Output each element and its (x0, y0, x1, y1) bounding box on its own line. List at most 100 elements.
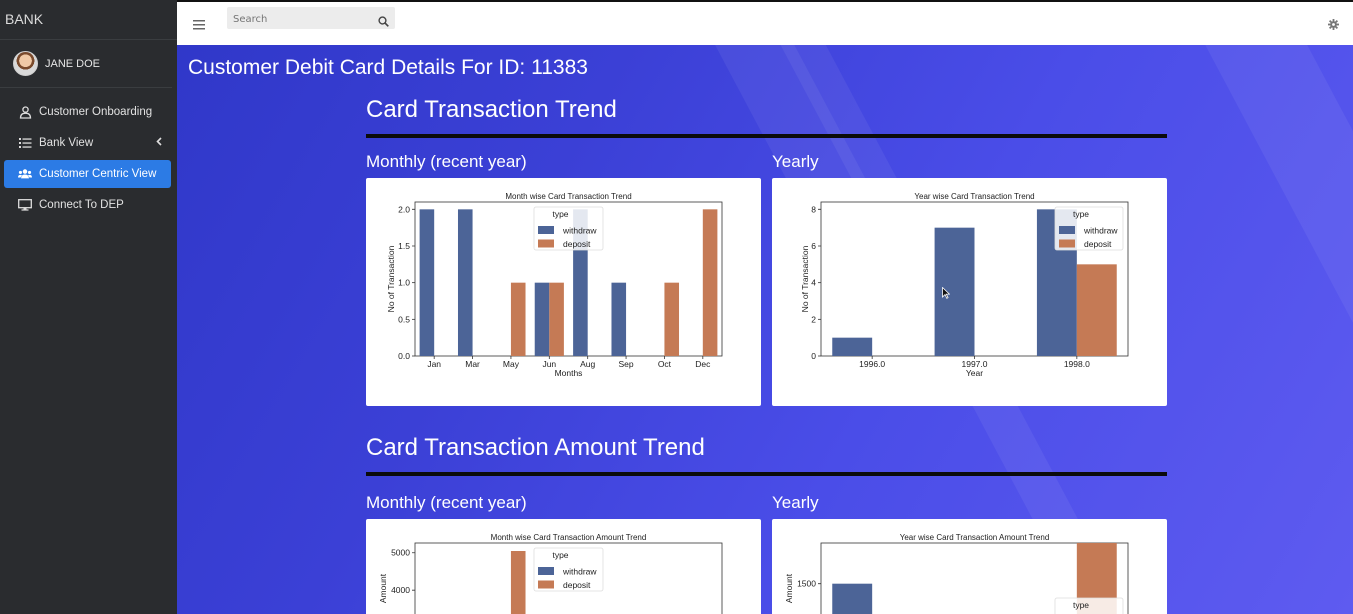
sidebar-item-label: Customer Onboarding (39, 106, 153, 118)
legend-swatch-deposit (1059, 239, 1075, 248)
x-tick-label: 1996.0 (859, 359, 885, 369)
y-tick-label: 4000 (391, 585, 410, 595)
gear-icon[interactable] (1328, 15, 1339, 34)
chart-card-yearly-amount: Year wise Card Transaction Amount Trend 1… (772, 519, 1167, 614)
x-tick-label: May (503, 359, 520, 369)
legend-title: type (552, 209, 568, 219)
x-tick-label: Dec (695, 359, 711, 369)
search-box (227, 7, 395, 31)
menu-toggle-icon[interactable] (193, 15, 205, 34)
bar-withdraw (832, 337, 873, 356)
list-icon (18, 136, 32, 150)
bar-deposit (702, 209, 718, 356)
section-divider (366, 472, 1167, 476)
section-title: Card Transaction Amount Trend (366, 434, 705, 461)
yearly-subtitle: Yearly (772, 152, 819, 171)
bar-deposit (1076, 264, 1117, 356)
legend-label-withdraw: withdraw (562, 567, 597, 577)
legend-swatch-withdraw (1059, 226, 1075, 234)
y-axis-label: No of Transaction (386, 245, 396, 312)
legend-label-withdraw: withdraw (1083, 226, 1118, 236)
legend-swatch-withdraw (538, 567, 554, 575)
user-panel[interactable]: JANE DOE (0, 40, 172, 88)
y-tick-label: 8 (811, 204, 816, 214)
section-divider (366, 134, 1167, 138)
y-tick-label: 2.0 (398, 204, 410, 214)
sidebar-nav: Customer Onboarding Bank View Customer C… (0, 98, 177, 219)
y-tick-label: 2 (811, 314, 816, 324)
y-axis-label: Amount (784, 573, 794, 603)
monthly-amount-chart: Month wise Card Transaction Amount Trend… (378, 533, 723, 614)
legend-swatch-withdraw (538, 226, 554, 234)
search-input[interactable] (227, 8, 367, 31)
legend-swatch-deposit (538, 239, 554, 248)
x-tick-label: Sep (619, 359, 634, 369)
legend-label-deposit: deposit (563, 239, 591, 249)
chart-title: Month wise Card Transaction Amount Trend (491, 533, 647, 542)
x-tick-label: Jan (427, 359, 441, 369)
chevron-left-icon[interactable] (156, 137, 162, 149)
legend-swatch-deposit (538, 580, 554, 589)
search-icon[interactable] (378, 12, 389, 31)
sidebar-item-bank-view[interactable]: Bank View (4, 129, 171, 157)
y-tick-label: 6 (811, 241, 816, 251)
legend-title: type (1073, 209, 1089, 219)
mouse-cursor-icon (942, 284, 951, 303)
y-tick-label: 0.0 (398, 351, 410, 361)
y-axis-label: Amount (378, 573, 388, 603)
y-tick-label: 1.0 (398, 278, 410, 288)
bar-deposit (549, 282, 564, 356)
brand-logo[interactable]: BANK (0, 0, 177, 40)
chart-card-monthly-count: Month wise Card Transaction Trend 0.0 0.5 1… (366, 178, 761, 406)
sidebar-item-connect-to-dep[interactable]: Connect To DEP (4, 191, 171, 219)
legend-label-withdraw: withdraw (562, 226, 597, 236)
sidebar-item-label: Customer Centric View (39, 168, 157, 180)
avatar (13, 51, 38, 76)
monthly-subtitle: Monthly (recent year) (366, 493, 527, 512)
y-tick-label: 4 (811, 278, 816, 288)
bar-withdraw (419, 209, 435, 356)
legend-title: type (1073, 600, 1089, 610)
sidebar: BANK JANE DOE Customer Onboarding Bank V… (0, 0, 177, 614)
y-tick-label: 5000 (391, 548, 410, 558)
bar-withdraw (457, 209, 473, 356)
page-title: Customer Debit Card Details For ID: 1138… (188, 56, 588, 79)
chart-title: Year wise Card Transaction Amount Trend (900, 533, 1050, 542)
y-tick-label: 0.5 (398, 314, 410, 324)
x-tick-label: Mar (465, 359, 480, 369)
sidebar-item-label: Connect To DEP (39, 199, 124, 211)
x-axis-label: Months (555, 368, 583, 378)
y-tick-label: 1500 (797, 579, 816, 589)
legend-label-deposit: deposit (563, 580, 591, 590)
x-tick-label: Oct (658, 359, 672, 369)
y-tick-label: 0 (811, 351, 816, 361)
sidebar-item-customer-onboarding[interactable]: Customer Onboarding (4, 98, 171, 126)
section-title: Card Transaction Trend (366, 96, 617, 123)
monthly-transaction-chart: Month wise Card Transaction Trend 0.0 0.5 1… (386, 192, 723, 378)
bar-withdraw (832, 583, 873, 614)
bar-deposit (510, 551, 526, 614)
main-content: Customer Debit Card Details For ID: 1138… (177, 45, 1353, 614)
y-axis-label: No of Transaction (800, 245, 810, 312)
x-tick-label: 1998.0 (1064, 359, 1090, 369)
users-icon (18, 167, 32, 181)
bar-deposit (664, 282, 680, 356)
yearly-transaction-chart: Year wise Card Transaction Trend 0 2 4 6 8 199… (800, 192, 1129, 378)
user-name: JANE DOE (45, 57, 101, 70)
monthly-subtitle: Monthly (recent year) (366, 152, 527, 171)
sidebar-item-customer-centric-view[interactable]: Customer Centric View (4, 160, 171, 188)
yearly-amount-chart: Year wise Card Transaction Amount Trend 1… (784, 533, 1129, 614)
bar-withdraw (534, 282, 550, 356)
bar-withdraw (611, 282, 627, 356)
sidebar-item-label: Bank View (39, 137, 94, 149)
y-tick-label: 1.5 (398, 241, 410, 251)
chart-title: Month wise Card Transaction Trend (505, 192, 631, 201)
chart-card-yearly-count: Year wise Card Transaction Trend 0 2 4 6 8 199… (772, 178, 1167, 406)
monitor-icon (18, 198, 32, 212)
legend-label-deposit: deposit (1084, 239, 1112, 249)
top-bar (177, 0, 1353, 45)
bar-withdraw (934, 227, 975, 356)
bar-deposit (510, 282, 526, 356)
user-icon (18, 105, 32, 119)
chart-card-monthly-amount: Month wise Card Transaction Amount Trend… (366, 519, 761, 614)
